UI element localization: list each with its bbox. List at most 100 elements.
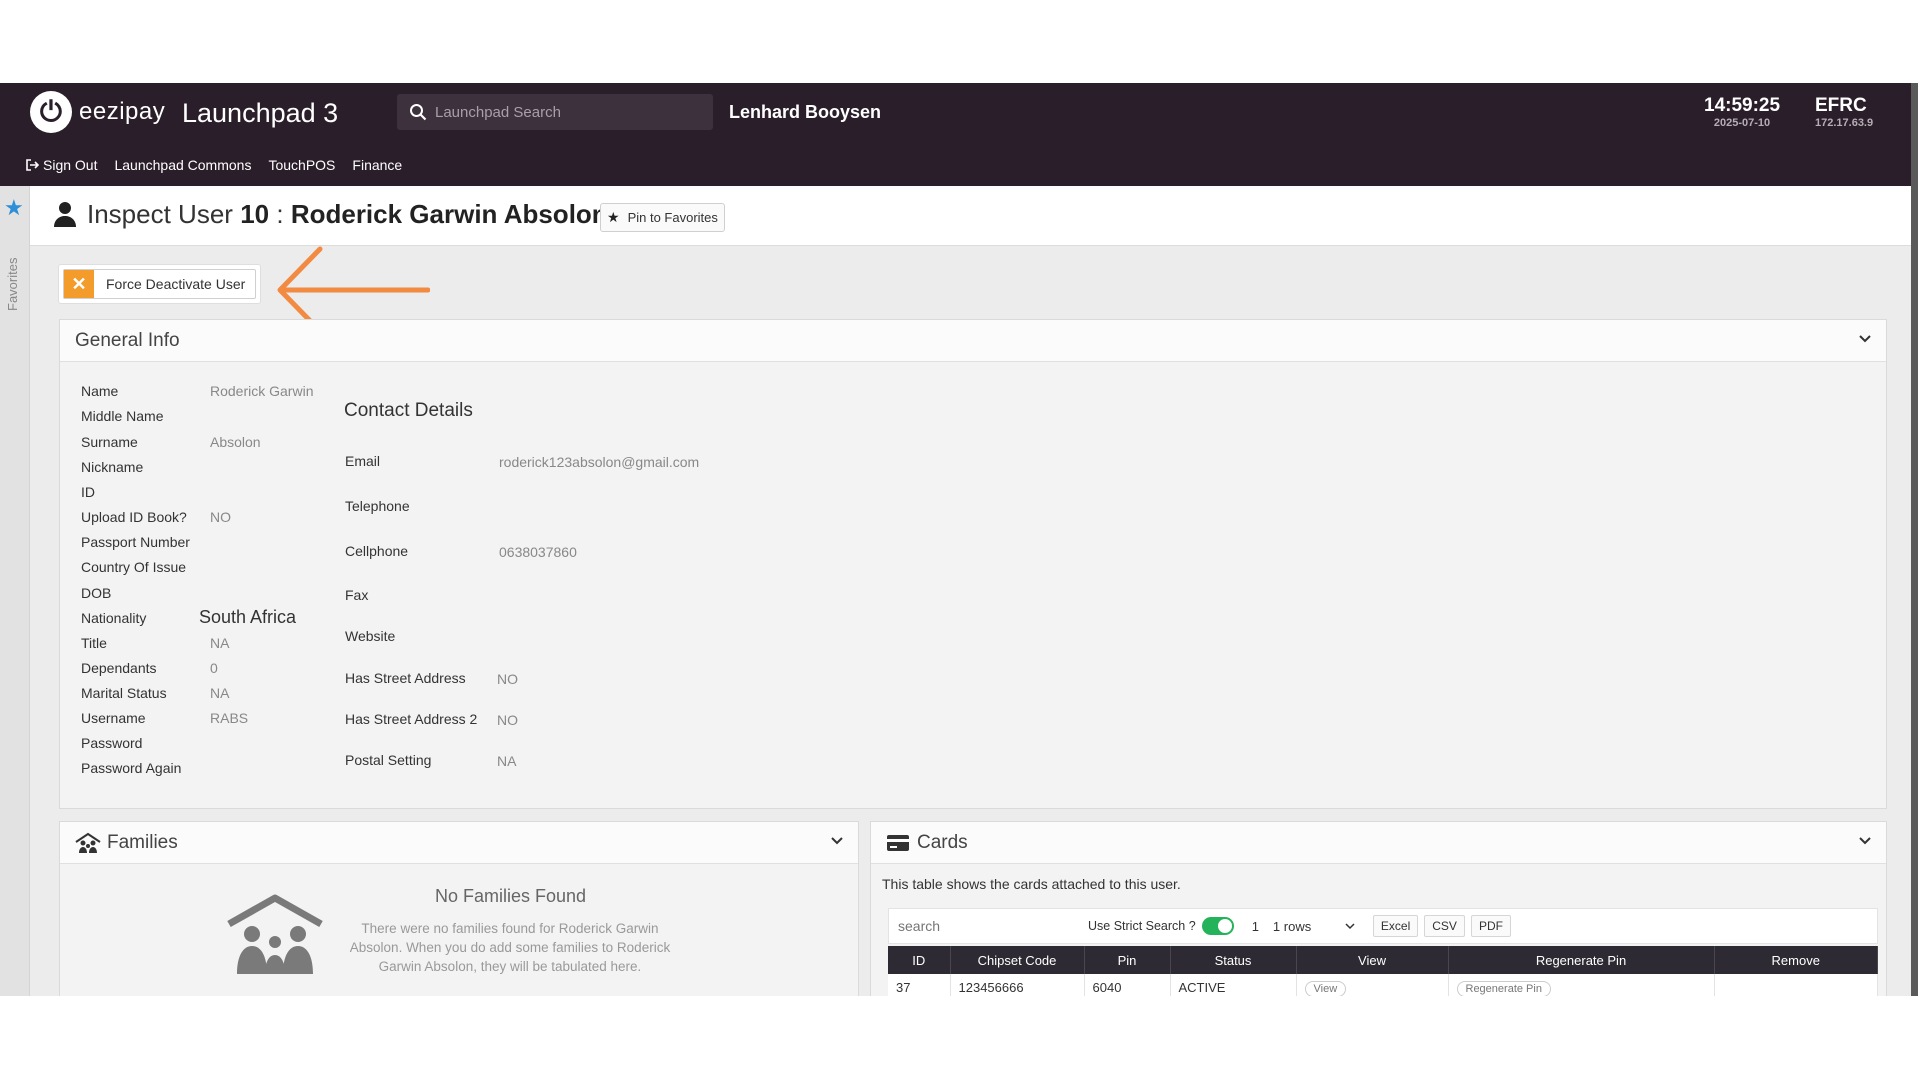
rows-select-value: 1 rows	[1272, 918, 1312, 934]
nav-sign-out[interactable]: Sign Out	[25, 157, 97, 173]
page-header: Inspect User 10 : Roderick Garwin Absolo…	[30, 186, 1918, 246]
view-button[interactable]: View	[1304, 980, 1347, 996]
close-icon: ✕	[64, 270, 94, 298]
fax-label: Fax	[345, 587, 369, 603]
nickname-label: Nickname	[81, 459, 144, 475]
upload-id-book-value: NO	[210, 509, 231, 525]
clock: 14:59:25 2025-07-10	[1704, 95, 1780, 129]
col-chipset-code[interactable]: Chipset Code	[950, 946, 1085, 974]
nav-touchpos[interactable]: TouchPOS	[268, 157, 335, 173]
page-title: Inspect User 10 : Roderick Garwin Absolo…	[87, 199, 608, 230]
family-icon	[75, 832, 101, 853]
server-ip: 172.17.63.9	[1815, 117, 1874, 129]
middle-name-label: Middle Name	[81, 408, 164, 424]
user-full-name: Roderick Garwin Absolon	[290, 199, 608, 229]
name-value: Roderick Garwin	[210, 383, 314, 399]
dob-label: DOB	[81, 585, 112, 601]
pin-to-favorites-button[interactable]: ★ Pin to Favorites	[600, 203, 725, 232]
force-deactivate-label: Force Deactivate User	[106, 276, 246, 292]
star-icon[interactable]: ★	[4, 197, 24, 219]
current-user-name[interactable]: Lenhard Booysen	[729, 102, 881, 123]
marital-status-value: NA	[210, 685, 230, 701]
families-header[interactable]: Families	[60, 822, 858, 864]
col-regenerate-pin[interactable]: Regenerate Pin	[1448, 946, 1715, 974]
col-remove[interactable]: Remove	[1714, 946, 1878, 974]
has-street-address-value: NO	[497, 671, 518, 687]
cards-header[interactable]: Cards	[871, 822, 1886, 864]
strict-search-label: Use Strict Search ?	[1088, 919, 1196, 933]
has-street-address-2-value: NO	[497, 712, 518, 728]
col-status[interactable]: Status	[1170, 946, 1297, 974]
cards-title: Cards	[917, 831, 968, 853]
strict-search-toggle[interactable]	[1201, 917, 1234, 935]
general-info-header[interactable]: General Info	[60, 320, 1886, 362]
cellphone-label: Cellphone	[345, 543, 409, 559]
col-view[interactable]: View	[1296, 946, 1449, 974]
export-pdf-button[interactable]: PDF	[1470, 915, 1511, 937]
card-chipset: 123456666	[950, 974, 1085, 996]
card-view-cell: View	[1296, 974, 1449, 996]
country-of-issue-label: Country Of Issue	[81, 559, 187, 575]
general-info-title: General Info	[75, 329, 180, 351]
nationality-label: Nationality	[81, 610, 147, 626]
search-icon	[410, 104, 427, 121]
chevron-down-icon[interactable]	[1858, 836, 1872, 846]
rows-select[interactable]: 1 rows	[1273, 919, 1359, 934]
postal-setting-value: NA	[497, 753, 517, 769]
regenerate-pin-button[interactable]: Regenerate Pin	[1456, 980, 1551, 996]
table-header-row: ID Chipset Code Pin Status View Regenera…	[888, 946, 1878, 974]
brand-logo[interactable]: ⏻ eezipay	[30, 91, 165, 133]
card-regen-cell: Regenerate Pin	[1448, 974, 1715, 996]
nav-finance[interactable]: Finance	[352, 157, 402, 173]
force-deactivate-button[interactable]: ✕ Force Deactivate User	[63, 269, 257, 299]
card-status: ACTIVE	[1170, 974, 1297, 996]
app-title: Launchpad 3	[182, 98, 339, 128]
general-info-panel: General Info Name Roderick Garwin Middle…	[59, 319, 1887, 809]
chevron-down-icon[interactable]	[830, 836, 844, 846]
telephone-label: Telephone	[345, 498, 410, 514]
id-label: ID	[81, 484, 95, 500]
cards-table-toolbar: Use Strict Search ? 1 1 rows Excel CSV P…	[888, 908, 1878, 944]
dependants-value: 0	[210, 660, 218, 676]
clock-date: 2025-07-10	[1713, 117, 1771, 129]
table-row: 37 123456666 6040 ACTIVE View Regenerate…	[888, 974, 1878, 996]
username-label: Username	[81, 710, 146, 726]
sign-out-icon	[26, 159, 39, 171]
nav-launchpad-commons[interactable]: Launchpad Commons	[114, 157, 251, 173]
username-value: RABS	[210, 710, 249, 726]
title-label: Title	[81, 635, 107, 651]
cards-panel: Cards This table shows the cards attache…	[870, 821, 1887, 996]
password-again-label: Password Again	[81, 760, 182, 776]
pin-label: Pin to Favorites	[627, 210, 718, 225]
col-id[interactable]: ID	[888, 946, 951, 974]
name-label: Name	[81, 383, 119, 399]
chevron-down-icon	[1345, 922, 1355, 929]
upload-id-book-label: Upload ID Book?	[81, 509, 187, 525]
chevron-down-icon[interactable]	[1858, 334, 1872, 344]
favorites-rail[interactable]: ★ Favorites	[0, 186, 30, 996]
card-remove-cell	[1714, 974, 1878, 996]
cards-search-input[interactable]	[898, 918, 1078, 934]
cards-body: This table shows the cards attached to t…	[871, 864, 1886, 996]
page-title-prefix: Inspect User	[87, 199, 233, 229]
user-id: 10	[240, 199, 270, 229]
cards-description: This table shows the cards attached to t…	[882, 876, 1181, 892]
col-pin[interactable]: Pin	[1084, 946, 1171, 974]
families-title: Families	[107, 831, 178, 853]
server-code: EFRC	[1815, 95, 1867, 116]
surname-value: Absolon	[210, 434, 261, 450]
export-excel-button[interactable]: Excel	[1372, 915, 1419, 937]
surname-label: Surname	[81, 434, 138, 450]
no-families-text: There were no families found for Roderic…	[349, 921, 671, 974]
families-panel: Families No Families Found There were no…	[59, 821, 859, 996]
passport-number-label: Passport Number	[81, 534, 190, 550]
search-input[interactable]	[435, 103, 695, 121]
dependants-label: Dependants	[81, 660, 157, 676]
server-info: EFRC 172.17.63.9	[1815, 95, 1873, 129]
launchpad-search[interactable]	[397, 94, 713, 130]
card-id: 37	[888, 974, 951, 996]
export-csv-button[interactable]: CSV	[1424, 915, 1465, 937]
credit-card-icon	[887, 834, 909, 851]
page-number[interactable]: 1	[1252, 919, 1259, 934]
clock-time: 14:59:25	[1704, 95, 1781, 116]
